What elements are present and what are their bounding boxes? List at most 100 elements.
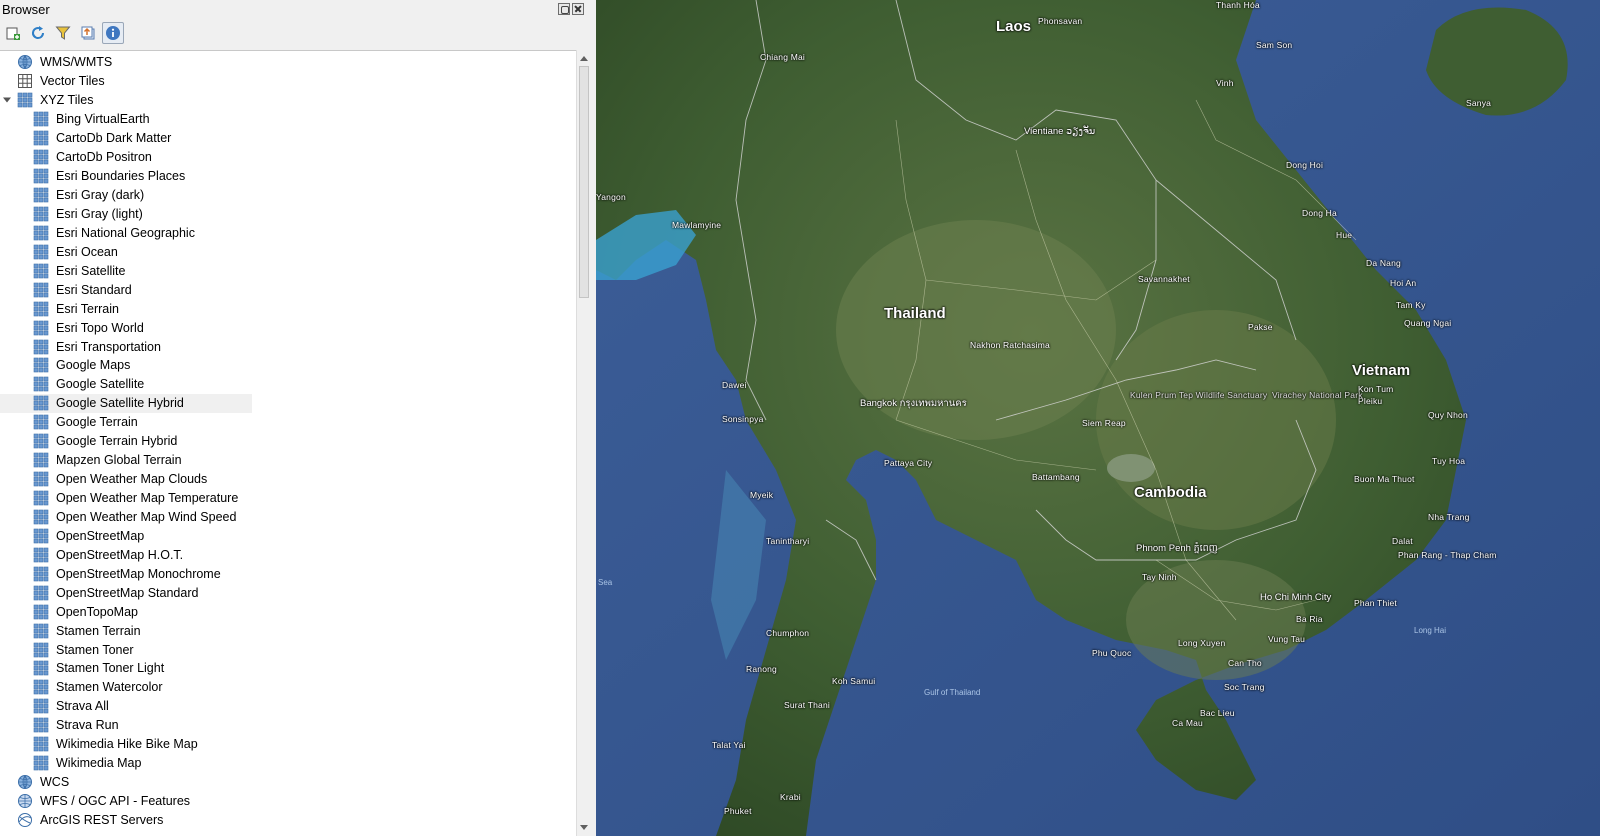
browser-toolbar bbox=[2, 22, 124, 46]
tree-item-xyz-layer[interactable]: Esri Gray (dark) bbox=[0, 186, 566, 205]
xyz-tiles-icon bbox=[33, 187, 49, 203]
tree-item-xyz-layer[interactable]: Stamen Toner bbox=[0, 640, 566, 659]
tree-item-label: Esri Gray (dark) bbox=[56, 188, 145, 203]
tree-item-xyz-layer[interactable]: Esri Terrain bbox=[0, 299, 566, 318]
city-label: Bangkok กรุงเทพมหานคร bbox=[860, 398, 967, 409]
tree-item-wfs[interactable]: WFS / OGC API - Features bbox=[0, 792, 566, 811]
tree-item-xyz-layer[interactable]: Esri Gray (light) bbox=[0, 205, 566, 224]
tree-item-xyz-layer[interactable]: Bing VirtualEarth bbox=[0, 110, 566, 129]
tree-item-label: Open Weather Map Temperature bbox=[56, 491, 239, 506]
tree-item-xyz-layer[interactable]: OpenStreetMap H.O.T. bbox=[0, 545, 566, 564]
city-label: Mawlamyine bbox=[672, 220, 722, 230]
tree-item-xyz-layer[interactable]: Esri Satellite bbox=[0, 261, 566, 280]
tree-item-xyz-layer[interactable]: Wikimedia Map bbox=[0, 754, 566, 773]
refresh-button[interactable] bbox=[27, 22, 49, 44]
tree-item-xyz-layer[interactable]: Google Terrain bbox=[0, 413, 566, 432]
tree-item-xyz-layer[interactable]: CartoDb Positron bbox=[0, 148, 566, 167]
water-label: Long Hai bbox=[1414, 626, 1447, 635]
xyz-tiles-icon bbox=[33, 642, 49, 658]
tree-item-vector-tiles[interactable]: Vector Tiles bbox=[0, 72, 566, 91]
tree-item-xyz-layer[interactable]: OpenStreetMap Standard bbox=[0, 583, 566, 602]
country-label: Cambodia bbox=[1134, 484, 1207, 501]
tree-item-xyz-layer[interactable]: Google Satellite Hybrid bbox=[0, 393, 252, 413]
tree-item-xyz-layer[interactable]: OpenTopoMap bbox=[0, 602, 566, 621]
close-panel-button[interactable] bbox=[572, 3, 584, 15]
tree-item-xyz-layer[interactable]: Google Maps bbox=[0, 356, 566, 375]
tree-item-xyz-layer[interactable]: Esri Boundaries Places bbox=[0, 167, 566, 186]
xyz-tiles-icon bbox=[33, 263, 49, 279]
tree-item-wms[interactable]: WMS/WMTS bbox=[0, 53, 566, 72]
tree-item-arcgis[interactable]: ArcGIS REST Servers bbox=[0, 811, 566, 830]
globe-icon bbox=[17, 793, 33, 809]
tree-item-label: Wikimedia Map bbox=[56, 756, 142, 771]
xyz-tiles-icon bbox=[33, 679, 49, 695]
city-label: Phan Thiet bbox=[1354, 598, 1397, 608]
tree-item-label: Esri Standard bbox=[56, 282, 132, 297]
tree-item-xyz-layer[interactable]: Stamen Terrain bbox=[0, 621, 566, 640]
tree-item-xyz-layer[interactable]: Strava All bbox=[0, 697, 566, 716]
xyz-tiles-icon bbox=[33, 755, 49, 771]
city-label: Thanh Hóa bbox=[1216, 0, 1260, 10]
tree-item-wcs[interactable]: WCS bbox=[0, 773, 566, 792]
country-label: Laos bbox=[996, 18, 1032, 35]
tree-item-label: OpenStreetMap Standard bbox=[56, 585, 199, 600]
city-label: Buon Ma Thuot bbox=[1354, 474, 1415, 484]
country-label: Thailand bbox=[884, 305, 946, 322]
tree-item-label: OpenTopoMap bbox=[56, 604, 139, 619]
xyz-tiles-icon bbox=[33, 623, 49, 639]
city-label: Phonsavan bbox=[1038, 16, 1083, 26]
tree-item-xyz-layer[interactable]: Esri Topo World bbox=[0, 318, 566, 337]
tree-item-xyz-layer[interactable]: Mapzen Global Terrain bbox=[0, 451, 566, 470]
city-label: Can Tho bbox=[1228, 658, 1262, 668]
tree-item-label: Esri Topo World bbox=[56, 320, 144, 335]
xyz-tiles-icon bbox=[33, 206, 49, 222]
xyz-tiles-icon bbox=[33, 547, 49, 563]
tree-item-xyz-layer[interactable]: CartoDb Dark Matter bbox=[0, 129, 566, 148]
tree-item-xyz-layer[interactable]: Esri Standard bbox=[0, 280, 566, 299]
city-label: Hoi An bbox=[1390, 278, 1417, 288]
filter-button[interactable] bbox=[52, 22, 74, 44]
xyz-tiles-icon bbox=[33, 301, 49, 317]
tree-item-xyz-layer[interactable]: Open Weather Map Temperature bbox=[0, 489, 566, 508]
xyz-tiles-icon bbox=[33, 433, 49, 449]
expand-arrow-icon[interactable] bbox=[3, 96, 11, 104]
tree-item-label: Wikimedia Hike Bike Map bbox=[56, 737, 198, 752]
tree-item-xyz-layer[interactable]: Google Satellite bbox=[0, 375, 566, 394]
add-layer-button[interactable] bbox=[2, 22, 24, 44]
tree-item-xyz-layer[interactable]: Strava Run bbox=[0, 716, 566, 735]
tree-item-label: ArcGIS REST Servers bbox=[40, 812, 164, 827]
city-label: Dalat bbox=[1392, 536, 1413, 546]
float-panel-button[interactable] bbox=[558, 3, 570, 15]
tree-item-xyz-layer[interactable]: Google Terrain Hybrid bbox=[0, 432, 566, 451]
collapse-all-button[interactable] bbox=[77, 22, 99, 44]
info-icon bbox=[106, 26, 120, 40]
tree-item-label: Stamen Toner bbox=[56, 642, 134, 657]
tree-item-xyz-layer[interactable]: Stamen Toner Light bbox=[0, 659, 566, 678]
map-canvas[interactable]: Laos Thailand Cambodia Vietnam Vientiane… bbox=[596, 0, 1600, 836]
scroll-thumb[interactable] bbox=[579, 66, 589, 298]
tree-item-xyz-tiles[interactable]: XYZ Tiles bbox=[0, 91, 566, 110]
tree-item-label: Stamen Terrain bbox=[56, 623, 141, 638]
tree-item-label: Esri National Geographic bbox=[56, 225, 195, 240]
tree-item-xyz-layer[interactable]: Esri Transportation bbox=[0, 337, 566, 356]
tree-item-xyz-layer[interactable]: OpenStreetMap Monochrome bbox=[0, 564, 566, 583]
properties-button[interactable] bbox=[102, 22, 124, 44]
scroll-up-arrow-icon[interactable] bbox=[580, 56, 588, 61]
tree-scrollbar[interactable] bbox=[576, 50, 590, 836]
panel-title: Browser bbox=[2, 2, 50, 17]
tree-item-xyz-layer[interactable]: Esri Ocean bbox=[0, 242, 566, 261]
city-label: Vientiane ວຽງຈັນ bbox=[1024, 126, 1096, 137]
tree-item-xyz-layer[interactable]: Wikimedia Hike Bike Map bbox=[0, 735, 566, 754]
tree-item-label: Strava Run bbox=[56, 718, 119, 733]
park-label: Kulen Prum Tep Wildlife Sanctuary bbox=[1130, 390, 1268, 400]
browser-tree: WMS/WMTS Vector Tiles XYZ Tiles Bing Vir… bbox=[0, 50, 578, 836]
tree-item-xyz-layer[interactable]: Open Weather Map Clouds bbox=[0, 470, 566, 489]
tree-item-xyz-layer[interactable]: Stamen Watercolor bbox=[0, 678, 566, 697]
city-label: Kon Tum bbox=[1358, 384, 1394, 394]
tree-item-xyz-layer[interactable]: OpenStreetMap bbox=[0, 526, 566, 545]
scroll-down-arrow-icon[interactable] bbox=[580, 825, 588, 830]
tree-item-xyz-layer[interactable]: Open Weather Map Wind Speed bbox=[0, 508, 566, 527]
city-label: Nakhon Ratchasima bbox=[970, 340, 1050, 350]
tree-item-xyz-layer[interactable]: Esri National Geographic bbox=[0, 223, 566, 242]
city-label: Phan Rang - Thap Cham bbox=[1398, 550, 1497, 560]
